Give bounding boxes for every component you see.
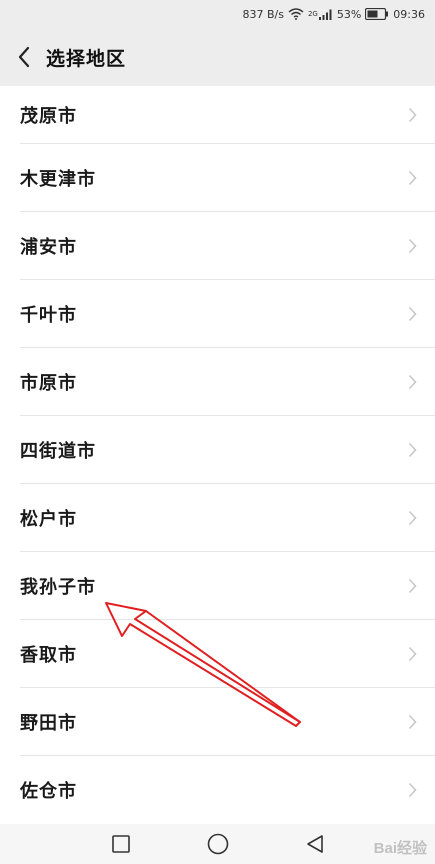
- region-name: 市原市: [20, 373, 77, 394]
- chevron-right-icon: [408, 646, 417, 662]
- battery-percent: 53%: [336, 7, 362, 21]
- chevron-right-icon: [408, 714, 417, 730]
- list-item[interactable]: 香取市: [0, 620, 435, 688]
- region-name: 茂原市: [20, 106, 77, 127]
- page-title: 选择地区: [46, 47, 127, 70]
- chevron-right-icon: [408, 107, 417, 123]
- region-name: 木更津市: [20, 169, 96, 190]
- network-type: 2G: [307, 10, 318, 18]
- list-item[interactable]: 我孙子市: [0, 552, 435, 620]
- battery-icon: [365, 8, 389, 20]
- list-item[interactable]: 木更津市: [0, 144, 435, 212]
- list-item[interactable]: 野田市: [0, 688, 435, 756]
- list-item[interactable]: 市原市: [0, 348, 435, 416]
- region-name: 我孙子市: [20, 577, 96, 598]
- chevron-right-icon: [408, 374, 417, 390]
- list-item[interactable]: 浦安市: [0, 212, 435, 280]
- recent-apps-button[interactable]: [106, 824, 136, 864]
- region-name: 千叶市: [20, 305, 77, 326]
- cellular-signal-icon: 2G: [308, 9, 333, 20]
- chevron-right-icon: [408, 578, 417, 594]
- region-name: 四街道市: [20, 441, 96, 462]
- circle-icon: [207, 833, 229, 855]
- nav-bar: 选择地区: [0, 28, 435, 86]
- region-name: 浦安市: [20, 237, 77, 258]
- region-name: 松户市: [20, 509, 77, 530]
- list-item[interactable]: 松户市: [0, 484, 435, 552]
- chevron-right-icon: [408, 170, 417, 186]
- chevron-right-icon: [408, 306, 417, 322]
- chevron-right-icon: [408, 510, 417, 526]
- system-back-button[interactable]: [300, 824, 330, 864]
- back-button[interactable]: [2, 28, 46, 86]
- wifi-icon: [288, 8, 304, 20]
- system-nav-bar: Bai经验: [0, 824, 435, 864]
- chevron-right-icon: [408, 238, 417, 254]
- region-list: 茂原市 木更津市 浦安市 千叶市 市原市 四街道市 松户市 我孙子市 香取市 野…: [0, 86, 435, 824]
- chevron-right-icon: [408, 782, 417, 798]
- watermark-logo: Bai经验: [373, 840, 427, 857]
- list-item[interactable]: 茂原市: [0, 86, 435, 144]
- network-speed: 837 B/s: [242, 7, 284, 21]
- region-name: 香取市: [20, 645, 77, 666]
- list-item[interactable]: 四街道市: [0, 416, 435, 484]
- status-bar: 837 B/s 2G 53% 09:36: [0, 0, 435, 28]
- region-name: 佐仓市: [20, 781, 77, 802]
- triangle-back-icon: [307, 835, 323, 853]
- list-item[interactable]: 佐仓市: [0, 756, 435, 824]
- clock: 09:36: [393, 7, 425, 21]
- square-icon: [112, 835, 130, 853]
- region-name: 野田市: [20, 713, 77, 734]
- chevron-left-icon: [18, 46, 30, 68]
- list-item[interactable]: 千叶市: [0, 280, 435, 348]
- home-button[interactable]: [203, 824, 233, 864]
- chevron-right-icon: [408, 442, 417, 458]
